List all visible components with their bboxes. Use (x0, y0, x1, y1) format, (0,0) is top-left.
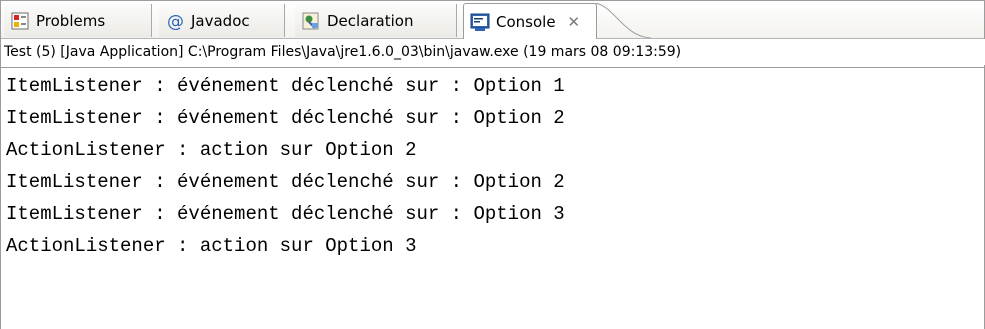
tab-declaration[interactable]: Declaration (295, 4, 457, 37)
tab-label: Problems (36, 11, 106, 30)
tab-curve (593, 3, 652, 39)
tab-label: Declaration (327, 11, 414, 30)
console-line: ItemListener : événement déclenché sur :… (6, 203, 565, 225)
console-line: ActionListener : action sur Option 3 (6, 235, 417, 257)
tab-label: Javadoc (191, 11, 250, 30)
console-view: Problems @ Javadoc Declaration Console ✕… (0, 0, 985, 329)
console-line: ActionListener : action sur Option 2 (6, 139, 417, 161)
at-icon: @ (165, 11, 185, 32)
console-line: ItemListener : événement déclenché sur :… (6, 75, 565, 97)
console-line: ItemListener : événement déclenché sur :… (6, 171, 565, 193)
problems-icon (10, 11, 30, 31)
declaration-icon (301, 11, 321, 31)
console-line: ItemListener : événement déclenché sur :… (6, 107, 565, 129)
console-output[interactable]: ItemListener : événement déclenché sur :… (1, 67, 984, 329)
tab-problems[interactable]: Problems (4, 4, 152, 37)
close-icon[interactable]: ✕ (568, 13, 581, 31)
svg-text:@: @ (167, 12, 184, 31)
tab-javadoc[interactable]: @ Javadoc (159, 4, 285, 37)
console-icon (470, 12, 490, 32)
tab-bar: Problems @ Javadoc Declaration Console ✕ (1, 1, 984, 39)
tab-label: Console (496, 12, 556, 31)
launch-description: Test (5) [Java Application] C:\Program F… (1, 39, 985, 65)
tab-console[interactable]: Console ✕ (463, 3, 597, 39)
